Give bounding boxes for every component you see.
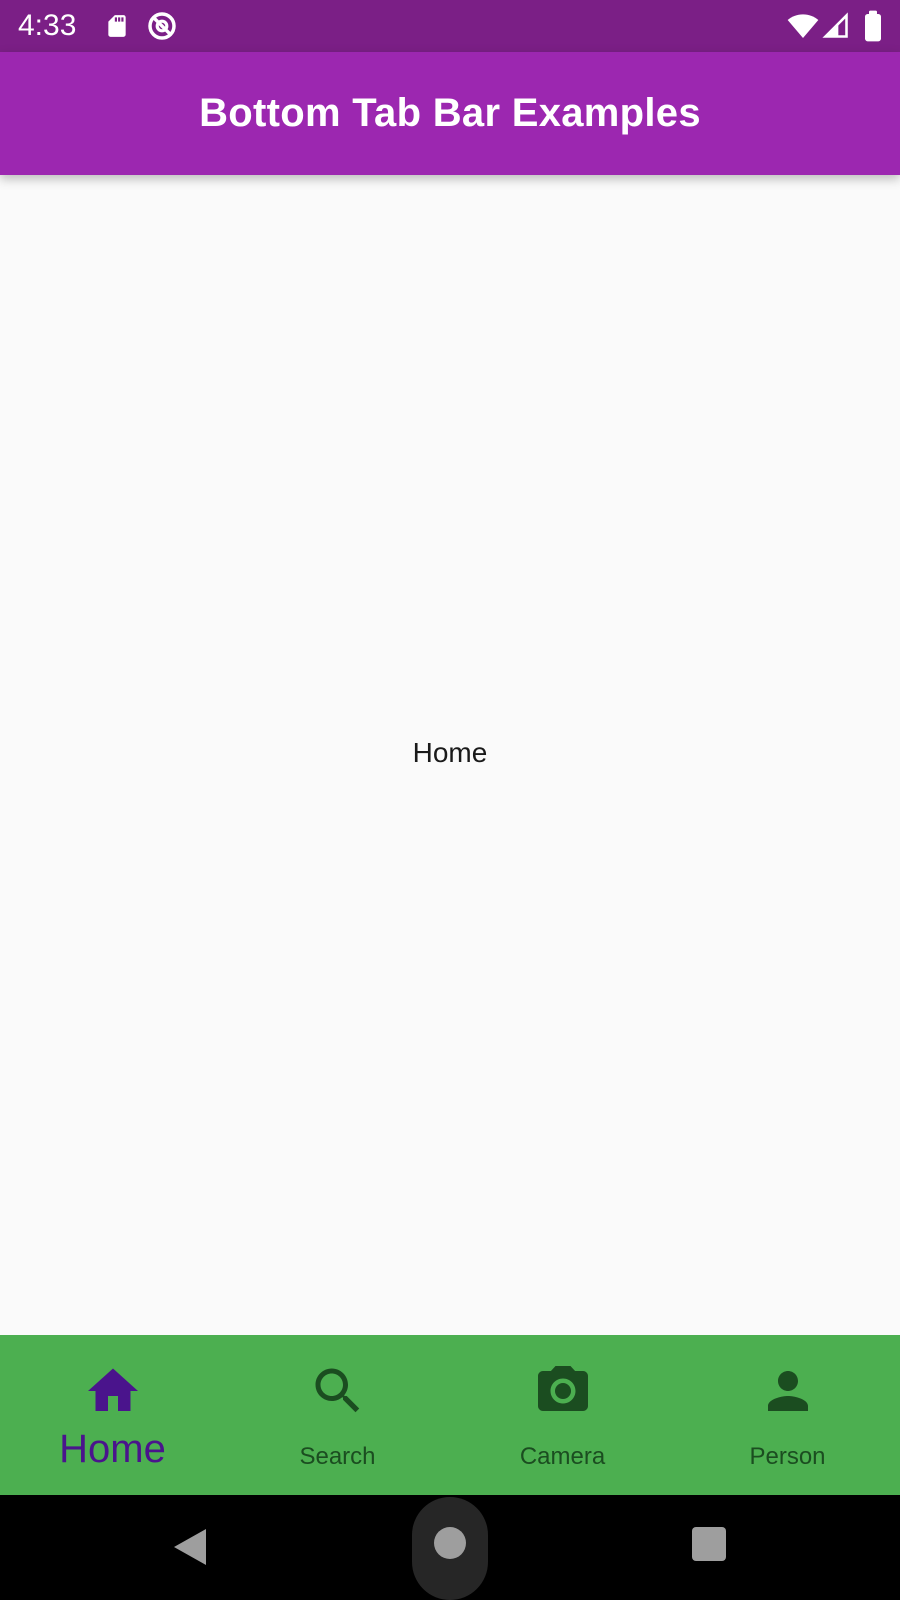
content-area: Home	[0, 175, 900, 1335]
tab-person[interactable]: Person	[675, 1335, 900, 1495]
person-icon	[767, 1371, 808, 1411]
search-icon	[315, 1368, 359, 1413]
recents-button[interactable]	[692, 1527, 726, 1561]
tab-label: Camera	[519, 1443, 606, 1470]
tab-label: Search	[299, 1443, 376, 1470]
app-bar: Bottom Tab Bar Examples	[0, 52, 900, 175]
bottom-tab-bar: Home Search Camera Person	[0, 1335, 900, 1495]
home-button[interactable]	[434, 1527, 466, 1559]
tab-search[interactable]: Search	[225, 1335, 450, 1495]
content-text: Home	[412, 737, 488, 768]
battery-icon	[865, 10, 881, 42]
signal-icon	[822, 12, 848, 38]
page-title: Bottom Tab Bar Examples	[199, 91, 701, 135]
tab-home[interactable]: Home	[0, 1335, 225, 1495]
wifi-icon	[787, 14, 819, 38]
home-icon	[87, 1368, 138, 1411]
back-icon[interactable]	[170, 1525, 210, 1569]
status-bar: 4:33	[0, 0, 900, 52]
sd-card-icon	[108, 15, 126, 37]
screen: 4:33 Bottom Tab Bar Examples Home Home S…	[0, 0, 900, 1600]
tab-label: Home	[59, 1427, 166, 1471]
tab-camera[interactable]: Camera	[450, 1335, 675, 1495]
status-time: 4:33	[18, 9, 77, 42]
tab-label: Person	[749, 1443, 826, 1470]
camera-icon	[537, 1366, 588, 1411]
system-nav-bar	[0, 1495, 900, 1600]
sync-icon	[148, 12, 176, 40]
